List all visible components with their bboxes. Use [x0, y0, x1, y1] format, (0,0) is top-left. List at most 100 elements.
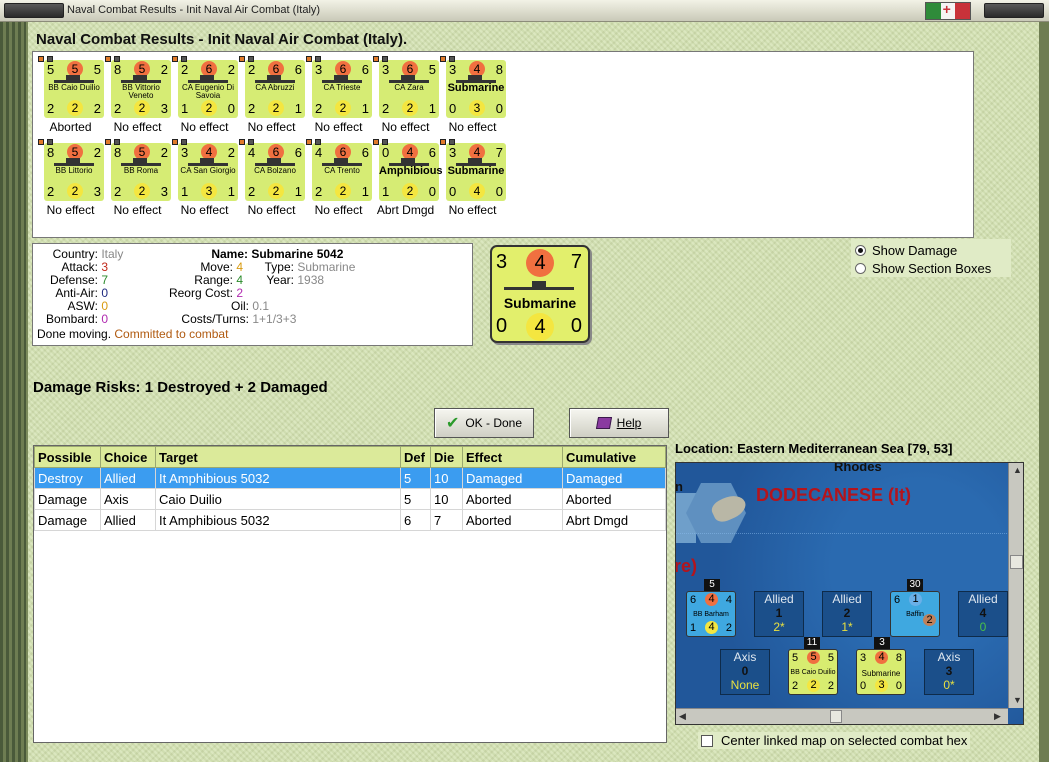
unit-result-cell[interactable]: 5 5 5 BB Caio Duilio 2 2 2 Aborted [37, 56, 104, 143]
show-damage-radio[interactable]: Show Damage [855, 243, 957, 258]
unit-counter[interactable]: 4 6 6 CA Bolzano 2 2 1 [239, 139, 305, 201]
table-row[interactable]: Destroy Allied It Amphibious 5032 5 10 Damage… [34, 467, 666, 489]
stack-count: 11 [804, 637, 820, 649]
help-book-icon [595, 417, 612, 429]
unit-counter[interactable]: 3 4 7 Submarine 0 4 0 [440, 139, 506, 201]
unit-counter[interactable]: 3 4 8 Submarine 0 3 0 [440, 56, 506, 118]
unit-counter[interactable]: 4 6 6 CA Trento 2 2 1 [306, 139, 372, 201]
ok-done-button[interactable]: ✔ OK - Done [434, 408, 534, 438]
unit-counter[interactable]: 3 6 6 CA Trieste 2 2 1 [306, 56, 372, 118]
counter-aa: 2 [248, 101, 256, 116]
tile-val: 0* [943, 678, 955, 692]
map-tile-allied-1[interactable]: Allied 1 2* [754, 591, 804, 637]
map-counter-duilio[interactable]: 555 BB Caio Duilio 222 [788, 649, 838, 695]
big-counter-movement: 7 [570, 251, 582, 273]
unit-result-cell[interactable]: 3 4 2 CA San Giorgio 1 3 1 No effect [171, 139, 238, 226]
counter-name: CA Trieste [323, 83, 361, 92]
mc-tl: 5 [792, 652, 799, 664]
mc-tm: 1 [909, 593, 922, 606]
window-close-button[interactable] [984, 3, 1044, 18]
unit-result-cell[interactable]: 3 4 8 Submarine 0 3 0 No effect [439, 56, 506, 143]
table-row[interactable]: Damage Axis Caio Duilio 5 10 Aborted Aborted [34, 488, 666, 510]
map-counter-barham[interactable]: 644 BB Barham 142 [686, 591, 736, 637]
column-header[interactable]: Effect [462, 446, 563, 468]
counter-name: BB Littorio [55, 166, 93, 175]
column-header[interactable]: Choice [100, 446, 156, 468]
mc-br: 0 [895, 680, 902, 692]
column-header[interactable]: Cumulative [562, 446, 666, 468]
unit-result-cell[interactable]: 3 4 7 Submarine 0 4 0 No effect [439, 139, 506, 226]
unit-counter[interactable]: 8 5 2 BB Littorio 2 2 3 [38, 139, 104, 201]
vscroll-thumb[interactable] [1010, 555, 1023, 569]
submarine-icon [504, 281, 574, 290]
column-header[interactable]: Target [155, 446, 401, 468]
hscroll-thumb[interactable] [830, 710, 842, 723]
map-tile-allied-4[interactable]: Allied 4 0 [958, 591, 1008, 637]
table-cell: Damaged [562, 467, 666, 489]
unit-result-cell[interactable]: 4 6 6 CA Bolzano 2 2 1 No effect [238, 139, 305, 226]
counter-name: CA Abruzzi [255, 83, 295, 92]
unit-counter[interactable]: 3 4 2 CA San Giorgio 1 3 1 [172, 139, 238, 201]
unit-counter[interactable]: 2 6 6 CA Abruzzi 2 2 1 [239, 56, 305, 118]
unit-result-cell[interactable]: 8 5 2 BB Roma 2 2 3 No effect [104, 139, 171, 226]
unit-result-cell[interactable]: 8 5 2 BB Littorio 2 2 3 No effect [37, 139, 104, 226]
counter-attack: 8 [114, 145, 122, 160]
map-counter-submarine[interactable]: 348 Submarine 030 [856, 649, 906, 695]
scroll-up-icon[interactable]: ▲ [1013, 465, 1022, 475]
center-map-option[interactable]: Center linked map on selected combat hex [698, 732, 971, 749]
damage-risks: Damage Risks: 1 Destroyed + 2 Damaged [33, 379, 328, 396]
stack-count: 3 [874, 637, 890, 649]
scroll-down-icon[interactable]: ▼ [1013, 695, 1022, 705]
unit-result-cell[interactable]: 2 6 6 CA Abruzzi 2 2 1 No effect [238, 56, 305, 143]
unit-counter[interactable]: 2 6 2 CA Eugenio Di Savoia 1 2 0 [172, 56, 238, 118]
unit-counter[interactable]: 8 5 2 BB Vittorio Veneto 2 2 3 [105, 56, 171, 118]
center-map-checkbox[interactable] [701, 734, 713, 747]
unit-info-panel: Country: Italy Attack: 3 Defense: 7 Anti… [32, 243, 473, 346]
map-vertical-scrollbar[interactable]: ▲ ▼ [1008, 463, 1023, 708]
antiair-value: 0 [101, 286, 109, 300]
unit-counter[interactable]: 3 6 5 CA Zara 2 2 1 [373, 56, 439, 118]
linked-map[interactable]: Rhodes n DODECANESE (It) re) 5 644 BB Ba… [675, 462, 1024, 725]
counter-aa: 0 [449, 184, 457, 199]
map-tile-axis-3[interactable]: Axis 3 0* [924, 649, 974, 695]
counter-move: 5 [93, 62, 101, 77]
unit-result-cell[interactable]: 4 6 6 CA Trento 2 2 1 No effect [305, 139, 372, 226]
unit-counter[interactable]: 5 5 5 BB Caio Duilio 2 2 2 [38, 56, 104, 118]
map-tile-axis-0[interactable]: Axis 0 None [720, 649, 770, 695]
table-cell: 5 [400, 467, 431, 489]
table-cell: Aborted [562, 488, 666, 510]
mc-bm: 2 [807, 679, 820, 692]
column-header[interactable]: Possible [34, 446, 101, 468]
unit-result-cell[interactable]: 2 6 2 CA Eugenio Di Savoia 1 2 0 No effect [171, 56, 238, 143]
column-header[interactable]: Die [430, 446, 463, 468]
counter-name: CA Zara [394, 83, 424, 92]
table-cell: It Amphibious 5032 [155, 509, 401, 531]
mc-tm: 4 [875, 651, 888, 664]
counter-move: 6 [428, 145, 436, 160]
counter-attack: 8 [47, 145, 55, 160]
table-cell: It Amphibious 5032 [155, 467, 401, 489]
counter-attack: 2 [181, 62, 189, 77]
table-row[interactable]: Damage Allied It Amphibious 5032 6 7 Aborted A… [34, 509, 666, 531]
selected-unit-counter[interactable]: 3 4 7 Submarine 0 4 0 [490, 245, 590, 343]
scroll-right-icon[interactable]: ▶ [994, 711, 1001, 722]
map-label-dodecanese: DODECANESE (It) [756, 485, 912, 505]
unit-counter[interactable]: 0 4 6 Amphibious 1 2 0 [373, 139, 443, 201]
unit-result-cell[interactable]: 3 6 6 CA Trieste 2 2 1 No effect [305, 56, 372, 143]
column-header[interactable]: Def [400, 446, 431, 468]
unit-result-cell[interactable]: 8 5 2 BB Vittorio Veneto 2 2 3 No effect [104, 56, 171, 143]
tile-side: Axis [733, 650, 757, 664]
unit-result-cell[interactable]: 0 4 6 Amphibious 1 2 0 Abrt Dmgd [372, 139, 443, 226]
map-tile-allied-2[interactable]: Allied 2 1* [822, 591, 872, 637]
table-cell: Caio Duilio [155, 488, 401, 510]
unit-result-cell[interactable]: 3 6 5 CA Zara 2 2 1 No effect [372, 56, 439, 143]
map-horizontal-scrollbar[interactable]: ◀ ▶ [676, 708, 1008, 724]
map-counter-baffin[interactable]: 61 Baffin 2 [890, 591, 940, 637]
unit-counter[interactable]: 8 5 2 BB Roma 2 2 3 [105, 139, 171, 201]
counter-attack: 8 [114, 62, 122, 77]
help-button[interactable]: Help [569, 408, 669, 438]
show-section-boxes-radio[interactable]: Show Section Boxes [855, 261, 991, 276]
window-menu-button[interactable] [4, 3, 64, 18]
unit-effect: No effect [247, 203, 296, 217]
scroll-left-icon[interactable]: ◀ [679, 711, 686, 722]
